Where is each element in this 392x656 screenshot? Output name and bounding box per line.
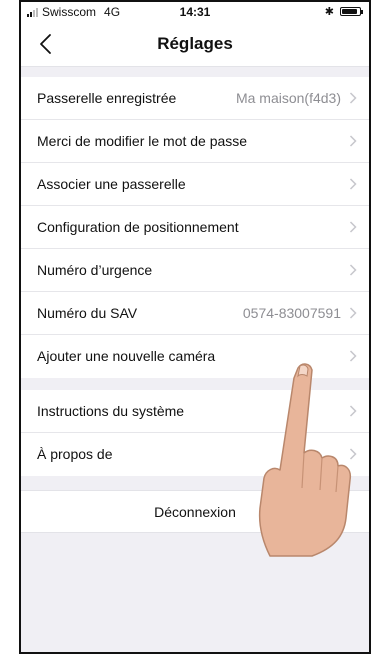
row-associate-gateway[interactable]: Associer une passerelle — [21, 163, 369, 206]
row-emergency-number[interactable]: Numéro d’urgence — [21, 249, 369, 292]
battery-icon — [340, 7, 363, 16]
navigation-bar: Réglages — [21, 22, 369, 67]
row-label: Associer une passerelle — [37, 176, 186, 192]
row-change-password[interactable]: Merci de modifier le mot de passe — [21, 120, 369, 163]
chevron-right-icon — [349, 448, 357, 460]
row-label: Numéro d’urgence — [37, 262, 153, 278]
logout-button[interactable]: Déconnexion — [21, 490, 369, 533]
chevron-right-icon — [349, 221, 357, 233]
chevron-right-icon — [349, 350, 357, 362]
row-label: À propos de — [37, 446, 113, 462]
row-add-camera[interactable]: Ajouter une nouvelle caméra — [21, 335, 369, 378]
chevron-right-icon — [349, 92, 357, 104]
row-label: Numéro du SAV — [37, 305, 138, 321]
chevron-right-icon — [349, 405, 357, 417]
bluetooth-icon: ✱ — [324, 6, 334, 18]
status-bar: Swisscom 4G 14:31 ✱ — [21, 2, 369, 22]
row-positioning-config[interactable]: Configuration de positionnement — [21, 206, 369, 249]
row-label: Instructions du système — [37, 403, 185, 419]
chevron-right-icon — [349, 264, 357, 276]
phone-screen: Swisscom 4G 14:31 ✱ Réglages Passerelle … — [19, 0, 371, 654]
row-label: Configuration de positionnement — [37, 219, 239, 235]
row-about[interactable]: À propos de — [21, 433, 369, 476]
status-time: 14:31 — [179, 5, 211, 19]
logout-label: Déconnexion — [154, 504, 236, 520]
chevron-right-icon — [349, 178, 357, 190]
row-system-instructions[interactable]: Instructions du système — [21, 390, 369, 433]
chevron-right-icon — [349, 307, 357, 319]
row-registered-gateway[interactable]: Passerelle enregistrée Ma maison(f4d3) — [21, 77, 369, 120]
row-label: Passerelle enregistrée — [37, 90, 177, 106]
chevron-right-icon — [349, 135, 357, 147]
row-value: Ma maison(f4d3) — [235, 90, 341, 106]
row-label: Ajouter une nouvelle caméra — [37, 348, 216, 364]
settings-group-info: Instructions du système À propos de — [21, 390, 369, 476]
row-value: 0574-83007591 — [242, 305, 341, 321]
page-title: Réglages — [157, 34, 233, 53]
settings-group-main: Passerelle enregistrée Ma maison(f4d3) M… — [21, 77, 369, 378]
row-support-number[interactable]: Numéro du SAV 0574-83007591 — [21, 292, 369, 335]
row-label: Merci de modifier le mot de passe — [37, 133, 248, 149]
